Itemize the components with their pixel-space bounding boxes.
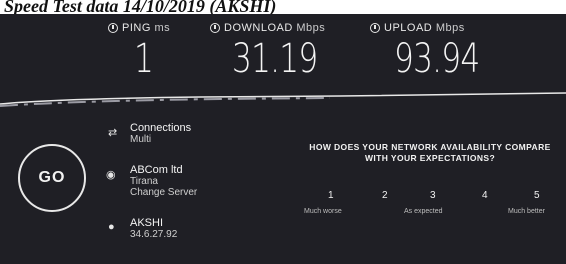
speedtest-panel: PING ms 1 DOWNLOAD Mbps 31.19 UPLOAD Mbp… [0, 14, 566, 264]
client-ip: 34.6.27.92 [130, 229, 178, 240]
ping-label: PING ms [108, 22, 170, 34]
server-location: Tirana [130, 176, 158, 187]
scale-label-mid: As expected [404, 208, 443, 215]
upload-icon [370, 23, 380, 33]
connections-title: Connections [130, 122, 192, 134]
upload-unit: Mbps [435, 22, 465, 34]
download-unit: Mbps [296, 22, 326, 34]
scale-label-low: Much worse [304, 208, 342, 215]
user-icon: ● [108, 221, 115, 233]
upload-label-text: UPLOAD [384, 22, 433, 34]
rating-4[interactable]: 4 [482, 190, 488, 201]
speed-graph-fill [0, 97, 331, 107]
ping-label-text: PING [122, 22, 151, 34]
client-info: AKSHI 34.6.27.92 [130, 217, 177, 240]
rating-3[interactable]: 3 [430, 190, 436, 201]
server-info: ABCom ltd Tirana Change Server [130, 164, 197, 198]
ping-unit: ms [154, 22, 171, 34]
server-globe-icon: ◉ [106, 169, 116, 181]
rating-5[interactable]: 5 [534, 190, 540, 201]
rating-1[interactable]: 1 [328, 190, 334, 201]
go-button[interactable]: GO [18, 144, 86, 212]
download-label: DOWNLOAD Mbps [210, 22, 325, 34]
download-icon [210, 23, 220, 33]
scale-label-high: Much better [508, 208, 545, 215]
speed-graph [0, 92, 566, 107]
client-name: AKSHI [130, 217, 164, 229]
rating-2[interactable]: 2 [382, 190, 388, 201]
connections-info[interactable]: Connections Multi [130, 122, 191, 145]
download-label-text: DOWNLOAD [224, 22, 293, 34]
change-server-link[interactable]: Change Server [130, 187, 197, 198]
connections-value: Multi [130, 134, 152, 145]
ping-icon [108, 23, 118, 33]
survey-question: HOW DOES YOUR NETWORK AVAILABILITY COMPA… [309, 142, 551, 163]
connections-icon: ⇄ [108, 127, 118, 139]
upload-label: UPLOAD Mbps [370, 22, 465, 34]
provider-name: ABCom ltd [130, 164, 183, 176]
